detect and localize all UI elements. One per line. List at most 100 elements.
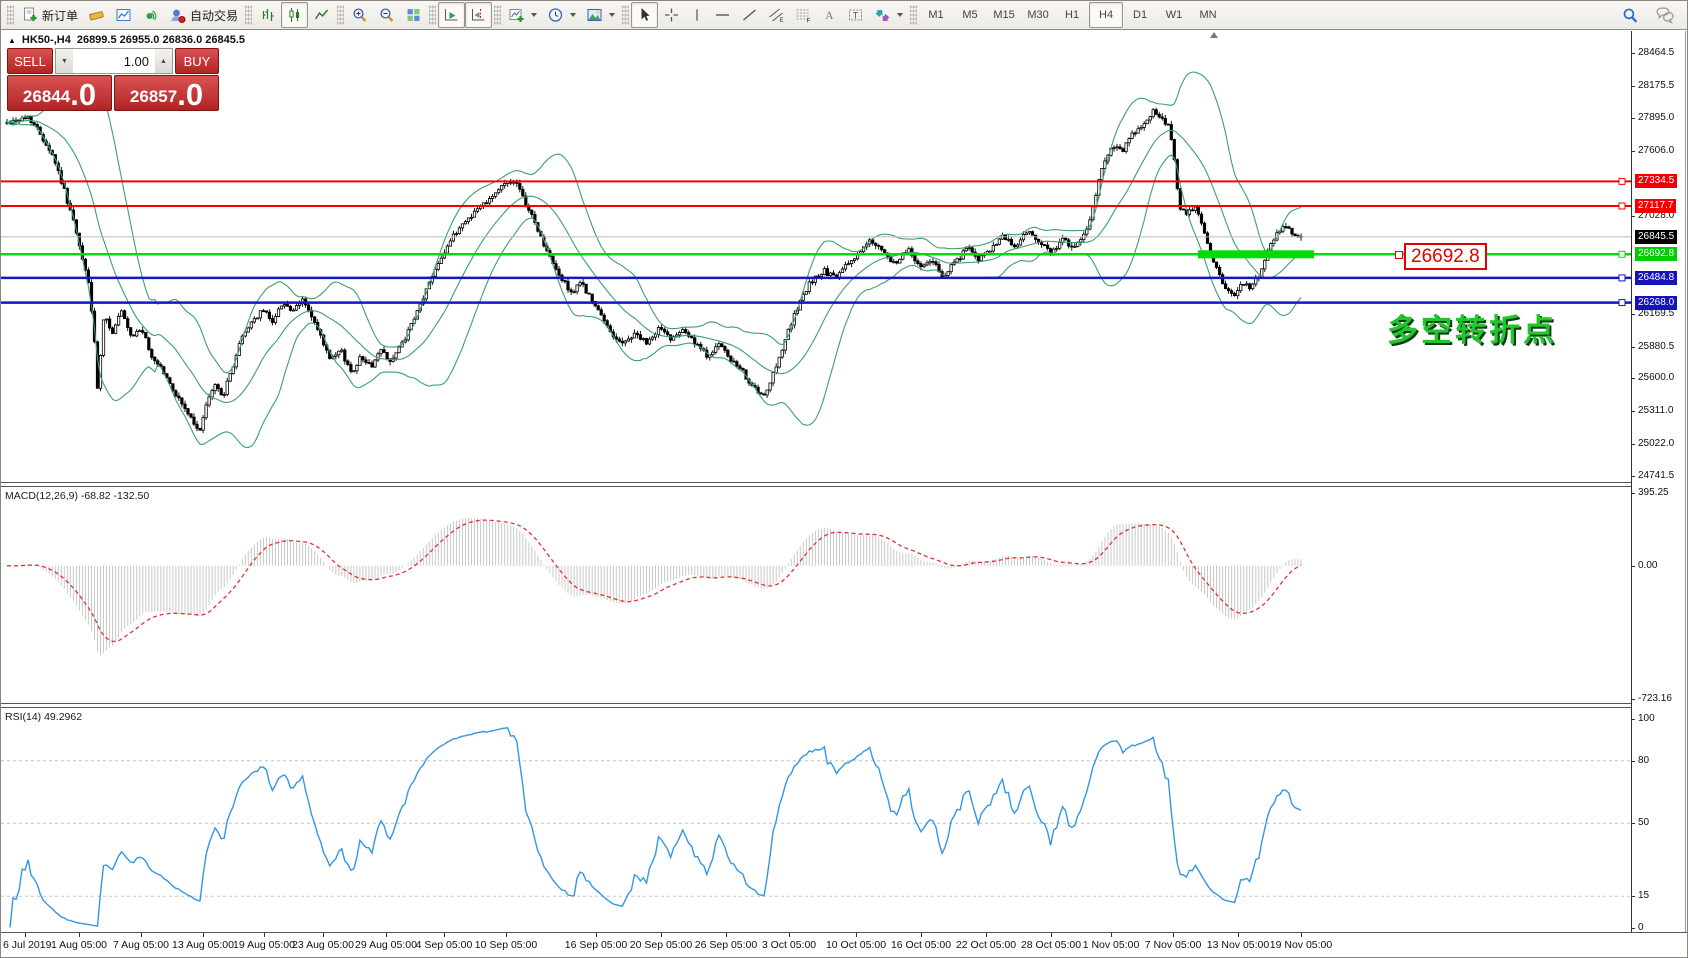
main-chart-panel[interactable] xyxy=(1,31,1631,482)
macd-chart[interactable] xyxy=(1,487,1631,703)
autotrading-icon xyxy=(171,9,186,23)
market-watch-button[interactable] xyxy=(110,2,137,28)
text-label-tool-button[interactable]: T xyxy=(842,2,869,28)
tf-m15-button[interactable]: M15 xyxy=(987,2,1021,28)
time-axis-label: 29 Aug 05:00 xyxy=(355,939,417,951)
text-tool-button[interactable]: A xyxy=(817,2,842,28)
template-icon xyxy=(587,9,602,21)
tf-m30-button[interactable]: M30 xyxy=(1021,2,1055,28)
tf-m5-button[interactable]: M5 xyxy=(953,2,987,28)
search-icon xyxy=(1623,8,1638,23)
dropdown-caret xyxy=(897,13,904,17)
autotrading-button[interactable]: 自动交易 xyxy=(164,2,243,28)
volume-increase-button[interactable]: ▲ xyxy=(155,49,172,73)
tf-h1-button[interactable]: H1 xyxy=(1055,2,1089,28)
tf-h4-button[interactable]: H4 xyxy=(1089,2,1124,28)
horizontal-line-tool-button[interactable] xyxy=(709,2,736,28)
tf-w1-button[interactable]: W1 xyxy=(1157,2,1191,28)
periods-button[interactable] xyxy=(542,2,581,28)
cursor-icon xyxy=(641,8,650,21)
tile-windows-button[interactable] xyxy=(400,2,427,28)
templates-button[interactable] xyxy=(581,2,620,28)
candlestick-chart[interactable] xyxy=(1,31,1631,482)
zoom-out-button[interactable] xyxy=(373,2,400,28)
arrow-objects-icon xyxy=(875,9,890,22)
price-level-callout[interactable]: 26692.8 xyxy=(1404,243,1487,270)
time-axis-label: 22 Oct 05:00 xyxy=(955,939,1017,951)
community-button[interactable] xyxy=(1650,2,1679,28)
trendline-tool-button[interactable] xyxy=(736,2,763,28)
volume-value[interactable]: 1.00 xyxy=(73,49,155,73)
vertical-line-tool-button[interactable] xyxy=(685,2,709,28)
charts-toolbar-button[interactable] xyxy=(83,2,110,28)
macd-tick-label: 0.00 xyxy=(1638,560,1658,571)
chat-bubbles-icon xyxy=(1656,6,1674,24)
price-level-tag: 26692.8 xyxy=(1635,247,1678,261)
window-edge-line xyxy=(1685,31,1686,957)
macd-tick-label: 395.25 xyxy=(1638,487,1669,498)
rsi-panel[interactable] xyxy=(1,708,1631,933)
chart-text-annotation[interactable]: 多空转折点 xyxy=(1387,305,1557,350)
new-order-button[interactable]: 新订单 xyxy=(16,2,83,28)
toolbar-grip xyxy=(910,5,918,25)
svg-text:E: E xyxy=(780,18,784,23)
terminal-window: 新订单 自动交易 E F A T M1 M5 M15 M30 H1 H4 D1 … xyxy=(0,0,1688,958)
search-button[interactable] xyxy=(1616,2,1644,28)
auto-scroll-button[interactable] xyxy=(438,2,466,28)
price-tick-label: 28464.5 xyxy=(1638,47,1675,58)
toolbar-grip xyxy=(337,5,345,25)
chart-window-icon xyxy=(116,9,131,21)
time-axis-label: 16 Sep 05:00 xyxy=(564,939,628,951)
arrows-tool-button[interactable] xyxy=(869,2,908,28)
ohlc-values: 26899.5 26955.0 26836.0 26845.5 xyxy=(76,34,246,46)
macd-indicator-label: MACD(12,26,9) -68.82 -132.50 xyxy=(5,490,150,502)
collapse-arrow-icon[interactable]: ▲ xyxy=(8,36,16,45)
buy-button[interactable]: BUY xyxy=(175,48,219,74)
indicators-button[interactable] xyxy=(503,2,542,28)
time-axis[interactable]: 6 Jul 2019 1 Aug 05:00 7 Aug 05:00 13 Aug 0… xyxy=(1,932,1687,957)
bar-chart-mode-button[interactable] xyxy=(254,2,281,28)
chart-shift-button[interactable] xyxy=(465,2,493,28)
buy-price-button[interactable]: 26857.0 xyxy=(114,75,219,111)
rsi-tick-label: 80 xyxy=(1638,755,1650,766)
fibonacci-tool-button[interactable]: F xyxy=(790,2,817,28)
macd-panel[interactable] xyxy=(1,487,1631,703)
cursor-tool-button[interactable] xyxy=(631,2,659,28)
rsi-tick-label: 100 xyxy=(1638,713,1655,724)
crosshair-tool-button[interactable] xyxy=(658,2,685,28)
toolbar-grip xyxy=(622,5,630,25)
price-axis[interactable]: 28464.5 28175.5 27895.0 27606.0 27028.0 26169… xyxy=(1631,31,1687,933)
new-order-label: 新订单 xyxy=(42,8,79,23)
new-order-icon xyxy=(24,7,37,21)
tile-windows-icon xyxy=(407,9,420,21)
chart-shift-icon xyxy=(472,9,485,21)
callout-anchor-square[interactable] xyxy=(1395,251,1403,259)
toolbar-grip xyxy=(494,5,502,25)
trendline-icon xyxy=(743,9,756,21)
price-tick-label: 25880.5 xyxy=(1638,341,1675,352)
symbol-period-label: HK50-,H4 xyxy=(21,34,71,46)
equidistant-channel-tool-button[interactable]: E xyxy=(763,2,790,28)
tf-mn-button[interactable]: MN xyxy=(1191,2,1225,28)
dropdown-caret xyxy=(570,13,577,17)
sell-button[interactable]: SELL xyxy=(7,48,53,74)
rsi-chart[interactable] xyxy=(1,708,1631,931)
chart-shift-marker xyxy=(1210,32,1218,38)
fibonacci-icon: F xyxy=(796,9,811,23)
price-level-tag: 27334.5 xyxy=(1635,174,1678,188)
sell-price-button[interactable]: 26844.0 xyxy=(7,75,112,111)
price-level-tag: 26845.5 xyxy=(1635,230,1678,244)
price-level-tag: 26268.0 xyxy=(1635,296,1678,310)
zoom-in-button[interactable] xyxy=(346,2,373,28)
alerts-button[interactable] xyxy=(137,2,164,28)
dropdown-caret xyxy=(609,13,616,17)
line-chart-mode-button[interactable] xyxy=(308,2,335,28)
tf-d1-button[interactable]: D1 xyxy=(1123,2,1157,28)
one-click-trade-panel: SELL ▼ 1.00 ▲ BUY 26844.0 26857.0 xyxy=(7,48,219,111)
price-tick-label: 27895.0 xyxy=(1638,112,1675,123)
price-tick-label: 25600.0 xyxy=(1638,372,1675,383)
volume-decrease-button[interactable]: ▼ xyxy=(56,49,73,73)
tf-m1-button[interactable]: M1 xyxy=(919,2,953,28)
auto-scroll-icon xyxy=(445,9,458,21)
candlestick-mode-button[interactable] xyxy=(281,2,309,28)
